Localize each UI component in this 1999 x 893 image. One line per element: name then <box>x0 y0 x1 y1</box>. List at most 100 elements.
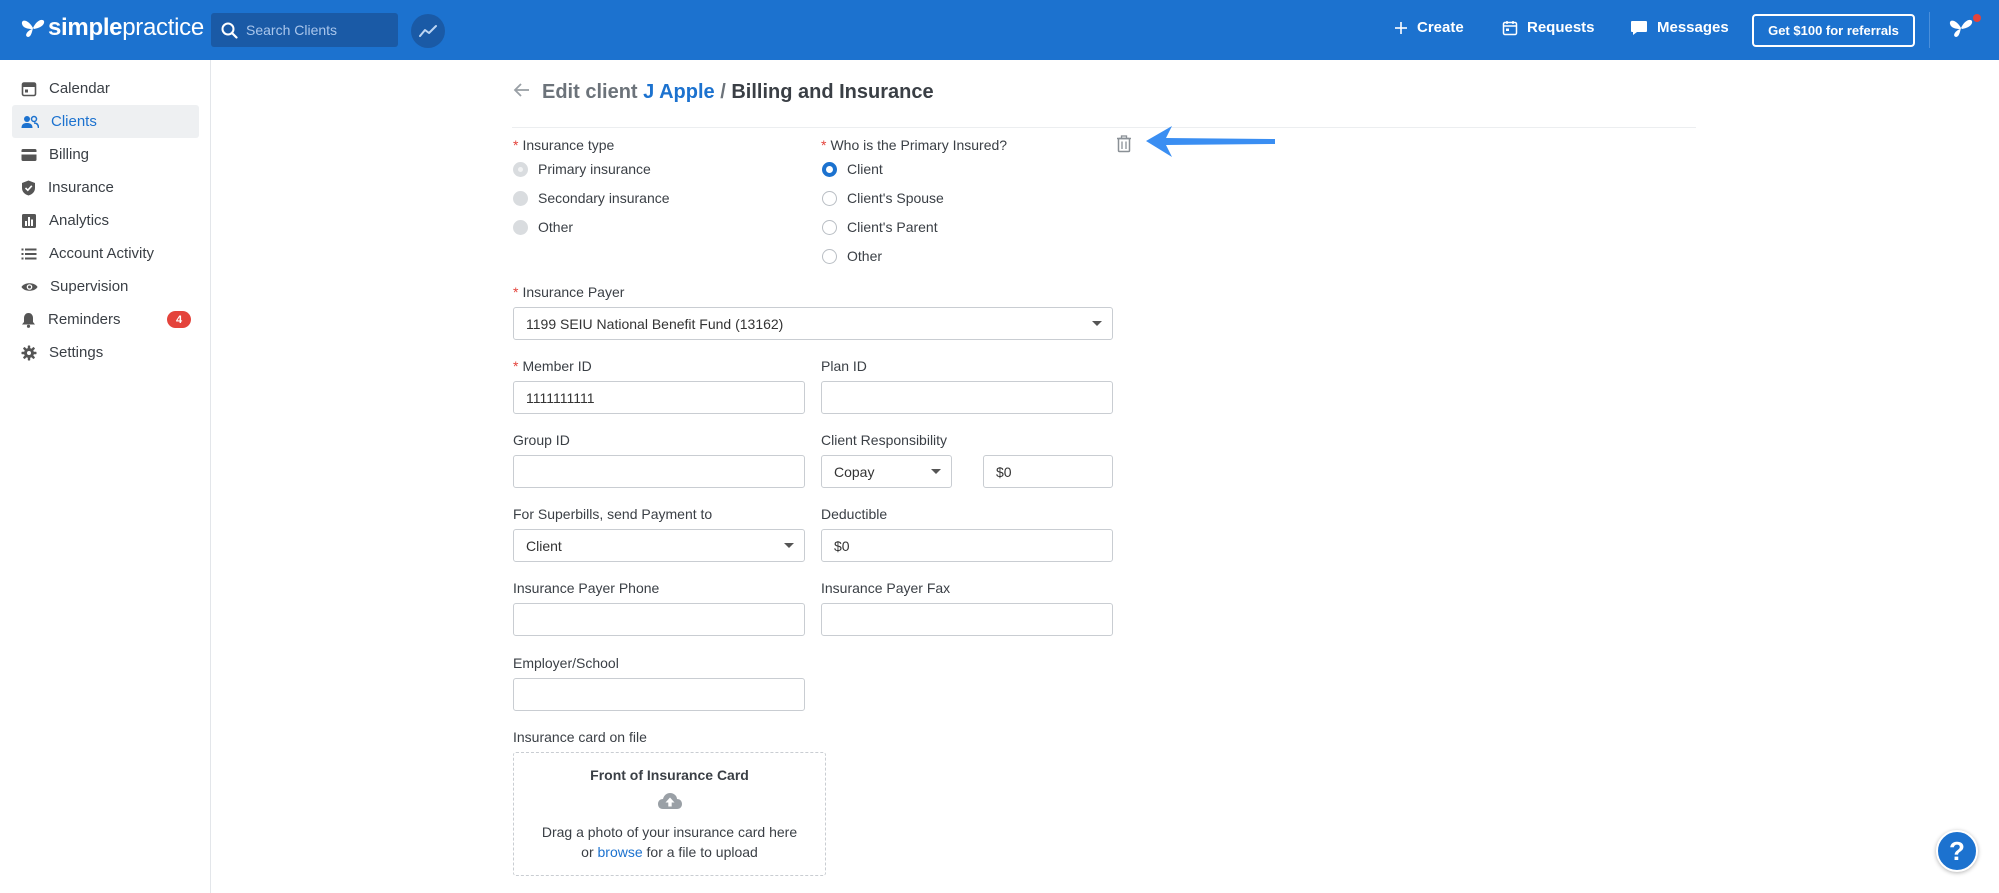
referral-button[interactable]: Get $100 for referrals <box>1752 14 1915 47</box>
radio-label: Client's Spouse <box>847 190 944 206</box>
insurance-card-label: Insurance card on file <box>513 729 647 745</box>
superbills-payment-value: Client <box>526 537 562 554</box>
plan-id-label: Plan ID <box>821 358 867 374</box>
radio-label: Other <box>847 248 883 264</box>
notification-dot <box>1973 14 1981 22</box>
search-input[interactable] <box>246 22 386 38</box>
insurance-payer-select[interactable]: 1199 SEIU National Benefit Fund (13162) <box>513 307 1113 340</box>
sidebar-item-label: Calendar <box>49 80 110 97</box>
butterfly-logo-icon <box>21 19 45 37</box>
radio-insured-client[interactable]: Client <box>822 161 883 177</box>
sidebar-item-label: Analytics <box>49 212 110 229</box>
create-button[interactable]: Create <box>1394 19 1464 36</box>
trend-line-icon <box>419 25 437 37</box>
superbills-payment-label: For Superbills, send Payment to <box>513 506 713 522</box>
title-divider <box>512 127 1696 128</box>
sidebar-item-calendar[interactable]: Calendar <box>12 72 199 105</box>
message-bubble-icon <box>1631 20 1647 35</box>
logo-text-bold: simple <box>48 14 123 41</box>
sidebar-item-reminders[interactable]: Reminders 4 <box>12 303 199 336</box>
chevron-down-icon <box>931 469 941 474</box>
radio-circle[interactable] <box>822 161 837 177</box>
radio-circle[interactable] <box>822 219 837 235</box>
sidebar-item-label: Account Activity <box>49 245 155 262</box>
help-button[interactable]: ? <box>1936 830 1978 872</box>
payer-fax-label: Insurance Payer Fax <box>821 580 951 596</box>
list-icon <box>21 248 37 259</box>
employer-school-label: Employer/School <box>513 655 619 671</box>
sidebar-item-settings[interactable]: Settings <box>12 336 199 369</box>
sidebar-item-label: Settings <box>49 344 104 361</box>
browse-link[interactable]: browse <box>598 844 643 860</box>
radio-insured-parent[interactable]: Client's Parent <box>822 219 938 235</box>
client-search[interactable] <box>211 13 398 47</box>
radio-secondary-insurance[interactable]: Secondary insurance <box>513 190 670 206</box>
chevron-down-icon <box>1092 321 1102 326</box>
radio-primary-insurance[interactable]: Primary insurance <box>513 161 651 177</box>
group-id-label: Group ID <box>513 432 570 448</box>
cloud-upload-icon <box>658 793 682 809</box>
header-divider <box>1929 12 1930 48</box>
sidebar-item-label: Supervision <box>50 278 129 295</box>
deductible-field[interactable]: $0 <box>821 529 1113 562</box>
employer-school-field[interactable] <box>513 678 805 711</box>
radio-label: Other <box>538 219 574 235</box>
eye-icon <box>21 282 38 291</box>
insurance-type-label: * Insurance type <box>513 137 615 153</box>
member-id-value: 1111111111 <box>526 389 595 406</box>
radio-label: Client <box>847 161 883 177</box>
payer-fax-field[interactable] <box>821 603 1113 636</box>
bell-icon <box>22 312 35 328</box>
sidebar-item-billing[interactable]: Billing <box>12 138 199 171</box>
top-navigation-bar: simplepractice Create Requests Messages … <box>0 0 1999 60</box>
radio-insured-spouse[interactable]: Client's Spouse <box>822 190 944 206</box>
radio-circle[interactable] <box>822 190 837 206</box>
sidebar-item-label: Clients <box>51 113 97 130</box>
radio-circle[interactable] <box>513 219 528 235</box>
shield-icon <box>22 180 35 195</box>
group-id-field[interactable] <box>513 455 805 488</box>
insurance-payer-value: 1199 SEIU National Benefit Fund (13162) <box>526 315 784 332</box>
chevron-down-icon <box>784 543 794 548</box>
reminders-count-badge: 4 <box>167 311 191 328</box>
insurance-card-dropzone[interactable]: Front of Insurance Card Drag a photo of … <box>513 752 826 876</box>
insights-button[interactable] <box>411 14 445 48</box>
butterfly-account-icon[interactable] <box>1948 16 1974 40</box>
calendar-icon <box>21 81 37 96</box>
radio-circle[interactable] <box>513 161 528 177</box>
client-name-link[interactable]: J Apple <box>643 81 715 103</box>
radio-label: Client's Parent <box>847 219 938 235</box>
simplepractice-logo[interactable]: simple practice <box>20 14 204 42</box>
plan-id-field[interactable] <box>821 381 1113 414</box>
payer-phone-field[interactable] <box>513 603 805 636</box>
member-id-field[interactable]: 1111111111 <box>513 381 805 414</box>
plus-icon <box>1395 21 1407 34</box>
sidebar-item-account-activity[interactable]: Account Activity <box>12 237 199 270</box>
radio-insured-other[interactable]: Other <box>822 248 882 264</box>
requests-label: Requests <box>1527 19 1595 36</box>
annotation-arrow-icon <box>1146 126 1275 157</box>
page-title: Edit client J Apple / Billing and Insura… <box>542 81 934 104</box>
radio-circle[interactable] <box>822 248 837 264</box>
responsibility-type-select[interactable]: Copay <box>821 455 952 488</box>
client-responsibility-label: Client Responsibility <box>821 432 948 448</box>
insurance-payer-label: * Insurance Payer <box>513 284 625 300</box>
responsibility-amount-field[interactable]: $0 <box>983 455 1113 488</box>
sidebar-item-clients[interactable]: Clients <box>12 105 199 138</box>
drag-instruction: Drag a photo of your insurance card here <box>541 824 798 840</box>
trash-icon[interactable] <box>1116 135 1132 153</box>
front-card-title: Front of Insurance Card <box>590 767 749 783</box>
radio-other-insurance[interactable]: Other <box>513 219 573 235</box>
radio-label: Primary insurance <box>538 161 651 177</box>
messages-button[interactable]: Messages <box>1630 19 1729 36</box>
requests-button[interactable]: Requests <box>1502 19 1595 36</box>
sidebar-item-supervision[interactable]: Supervision <box>12 270 199 303</box>
radio-circle[interactable] <box>513 190 528 206</box>
sidebar-item-analytics[interactable]: Analytics <box>12 204 199 237</box>
logo-text-light: practice <box>122 14 204 41</box>
responsibility-type-value: Copay <box>834 463 875 480</box>
gear-icon <box>21 345 37 360</box>
back-arrow-icon[interactable] <box>513 82 531 98</box>
sidebar-item-insurance[interactable]: Insurance <box>12 171 199 204</box>
superbills-payment-select[interactable]: Client <box>513 529 805 562</box>
